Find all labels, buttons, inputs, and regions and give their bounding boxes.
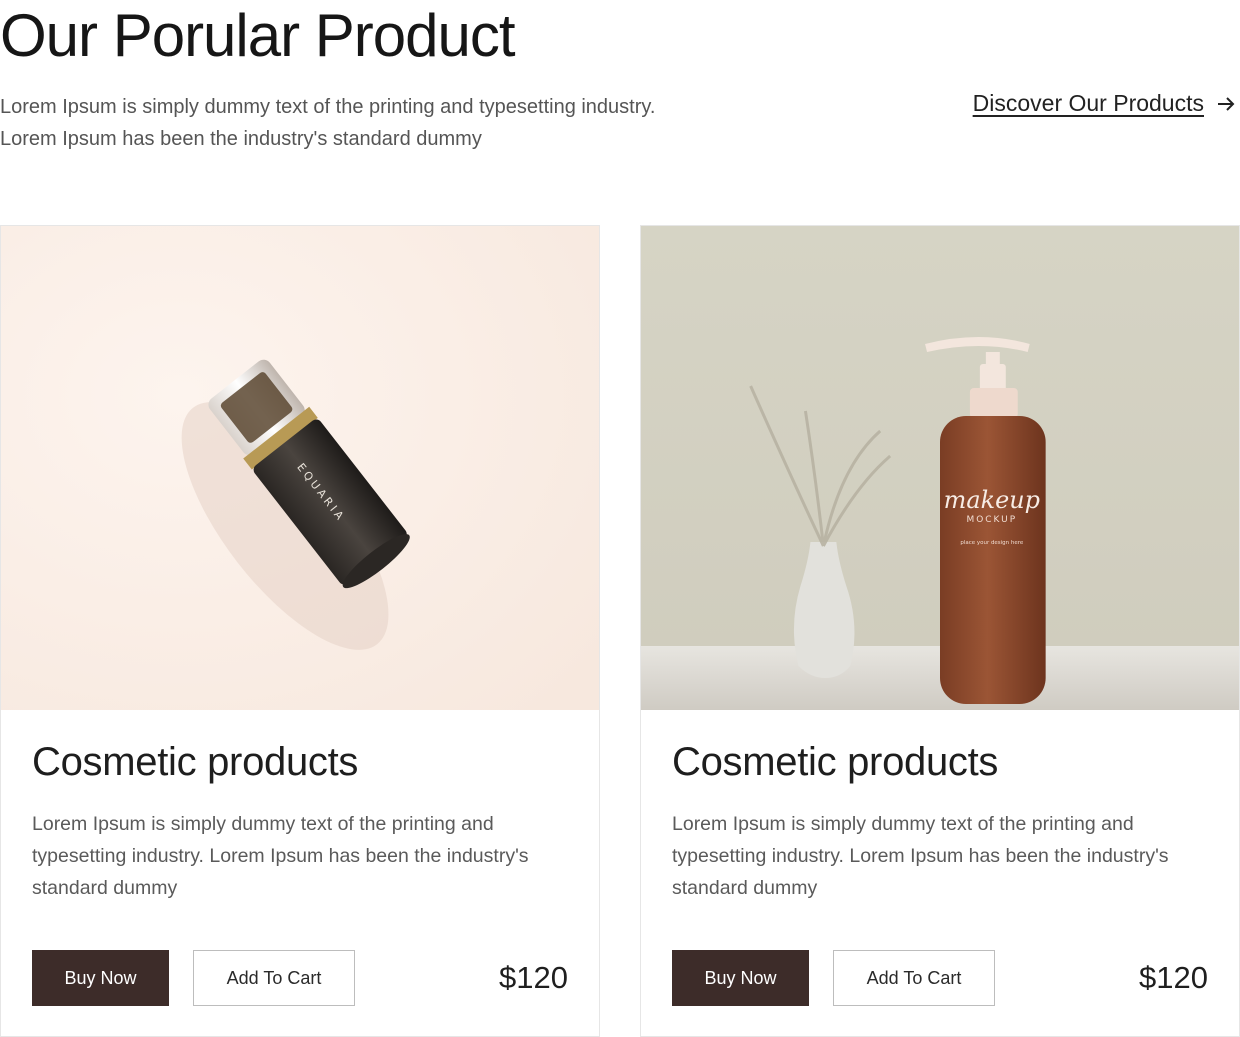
discover-products-label: Discover Our Products (972, 90, 1204, 116)
buy-now-button[interactable]: Buy Now (32, 950, 169, 1006)
buy-now-button[interactable]: Buy Now (672, 950, 809, 1006)
bottle-tagline: place your design here (960, 540, 1023, 546)
product-title: Cosmetic products (32, 740, 359, 784)
pump-bottle-image[interactable]: makeup MOCKUP place your design here (641, 226, 1239, 710)
product-card: EQUARIA Cosmetic products Lorem Ipsum is… (0, 225, 600, 1037)
product-description: Lorem Ipsum is simply dummy text of the … (32, 813, 529, 899)
add-to-cart-button[interactable]: Add To Cart (193, 950, 355, 1006)
product-price: $120 (499, 960, 568, 995)
bottle-brand: makeup (944, 486, 1040, 514)
discover-products-link[interactable]: Discover Our Products (973, 90, 1236, 117)
serum-bottle-image[interactable]: EQUARIA (1, 226, 599, 710)
product-card: makeup MOCKUP place your design here Cos… (640, 225, 1240, 1037)
bottle-sublabel: MOCKUP (967, 515, 1018, 525)
arrow-right-icon (1216, 94, 1236, 114)
add-to-cart-button[interactable]: Add To Cart (833, 950, 995, 1006)
product-title: Cosmetic products (672, 740, 999, 784)
section-title: Our Porular Product (0, 2, 516, 69)
product-price: $120 (1139, 960, 1208, 995)
section-description: Lorem Ipsum is simply dummy text of the … (0, 96, 656, 150)
product-description: Lorem Ipsum is simply dummy text of the … (672, 813, 1169, 899)
